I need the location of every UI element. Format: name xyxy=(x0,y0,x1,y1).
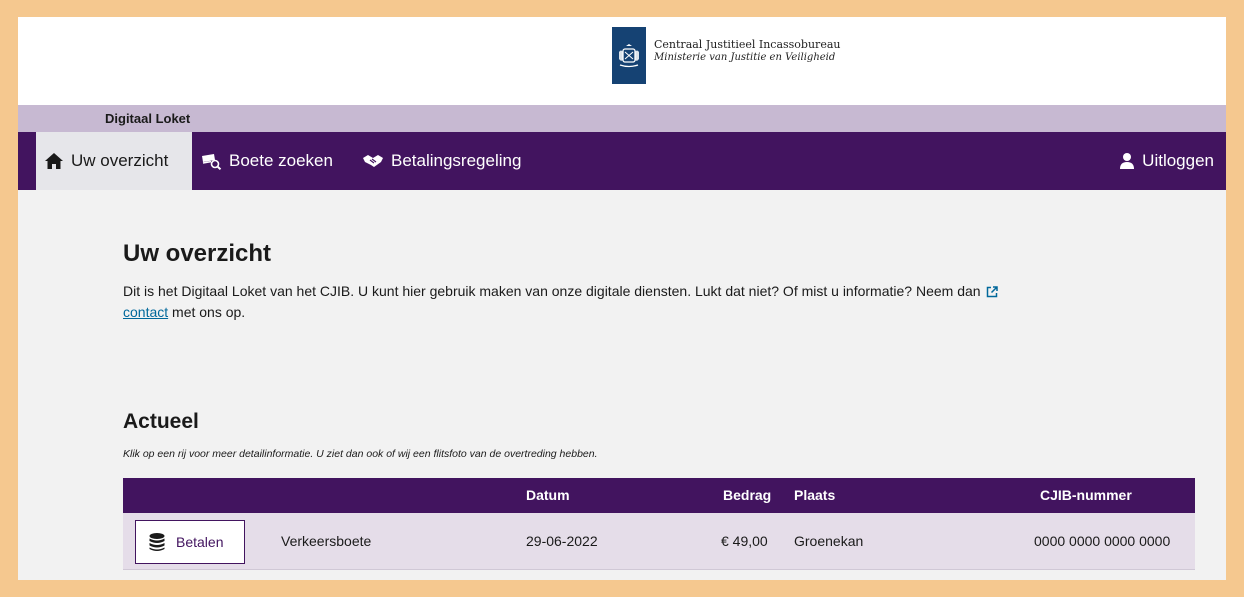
table-row[interactable]: Betalen Verkeersboete 29-06-2022 € 49,00… xyxy=(123,513,1195,570)
site-band: Digitaal Loket xyxy=(18,105,1226,132)
nav-item-label: Boete zoeken xyxy=(229,151,333,170)
cell-type: Verkeersboete xyxy=(281,533,372,549)
fines-table: Datum Bedrag Plaats CJIB-nummer Betalen … xyxy=(123,478,1195,570)
organization-name: Centraal Justitieel Incassobureau Minist… xyxy=(654,38,840,64)
main-content: Uw overzicht Dit is het Digitaal Loket v… xyxy=(123,192,1195,322)
handshake-icon xyxy=(362,152,384,170)
page-title: Uw overzicht xyxy=(123,240,272,267)
actueel-title: Actueel xyxy=(123,410,199,433)
column-header-cjib-nummer: CJIB-nummer xyxy=(1040,487,1132,503)
cell-plaats: Groenekan xyxy=(794,533,864,549)
nav-item-uw-overzicht[interactable]: Uw overzicht xyxy=(36,132,192,190)
nav-item-label: Betalingsregeling xyxy=(391,151,522,170)
cell-bedrag: € 49,00 xyxy=(721,533,768,549)
ministry-name: Ministerie van Justitie en Veiligheid xyxy=(654,52,836,63)
intro-tail: met ons op. xyxy=(172,304,246,320)
cell-cjib-nummer: 0000 0000 0000 0000 xyxy=(1034,533,1171,549)
pay-button[interactable]: Betalen xyxy=(135,520,245,564)
contact-link[interactable]: contact xyxy=(123,304,168,320)
table-header: Datum Bedrag Plaats CJIB-nummer xyxy=(123,478,1195,513)
nav-item-boete-zoeken[interactable]: Boete zoeken xyxy=(200,132,333,190)
search-fine-icon xyxy=(200,152,222,170)
intro-text: Dit is het Digitaal Loket van het CJIB. … xyxy=(123,282,1143,322)
column-header-datum: Datum xyxy=(526,487,570,503)
column-header-plaats: Plaats xyxy=(794,487,836,503)
band-title: Digitaal Loket xyxy=(105,111,191,126)
intro-body: Dit is het Digitaal Loket van het CJIB. … xyxy=(123,283,981,299)
main-nav: Uw overzicht Boete zoeken Betalingsregel… xyxy=(18,132,1226,190)
nav-item-betalingsregeling[interactable]: Betalingsregeling xyxy=(362,132,521,190)
logout-label: Uitloggen xyxy=(1142,151,1214,170)
cell-datum: 29-06-2022 xyxy=(526,533,598,549)
user-icon xyxy=(1119,152,1135,170)
actueel-hint: Klik op een rij voor meer detailinformat… xyxy=(123,448,598,460)
org-name: Centraal Justitieel Incassobureau xyxy=(654,38,841,51)
pay-button-label: Betalen xyxy=(176,534,224,550)
coins-icon xyxy=(148,532,166,552)
site-header: Centraal Justitieel Incassobureau Minist… xyxy=(18,17,1226,105)
column-header-bedrag: Bedrag xyxy=(723,487,772,503)
nav-item-label: Uw overzicht xyxy=(71,151,169,170)
page-frame: Centraal Justitieel Incassobureau Minist… xyxy=(18,17,1226,580)
logout-button[interactable]: Uitloggen xyxy=(1119,132,1214,190)
external-link-icon xyxy=(986,284,999,303)
coat-of-arms-icon xyxy=(612,27,646,84)
home-icon xyxy=(44,152,64,170)
